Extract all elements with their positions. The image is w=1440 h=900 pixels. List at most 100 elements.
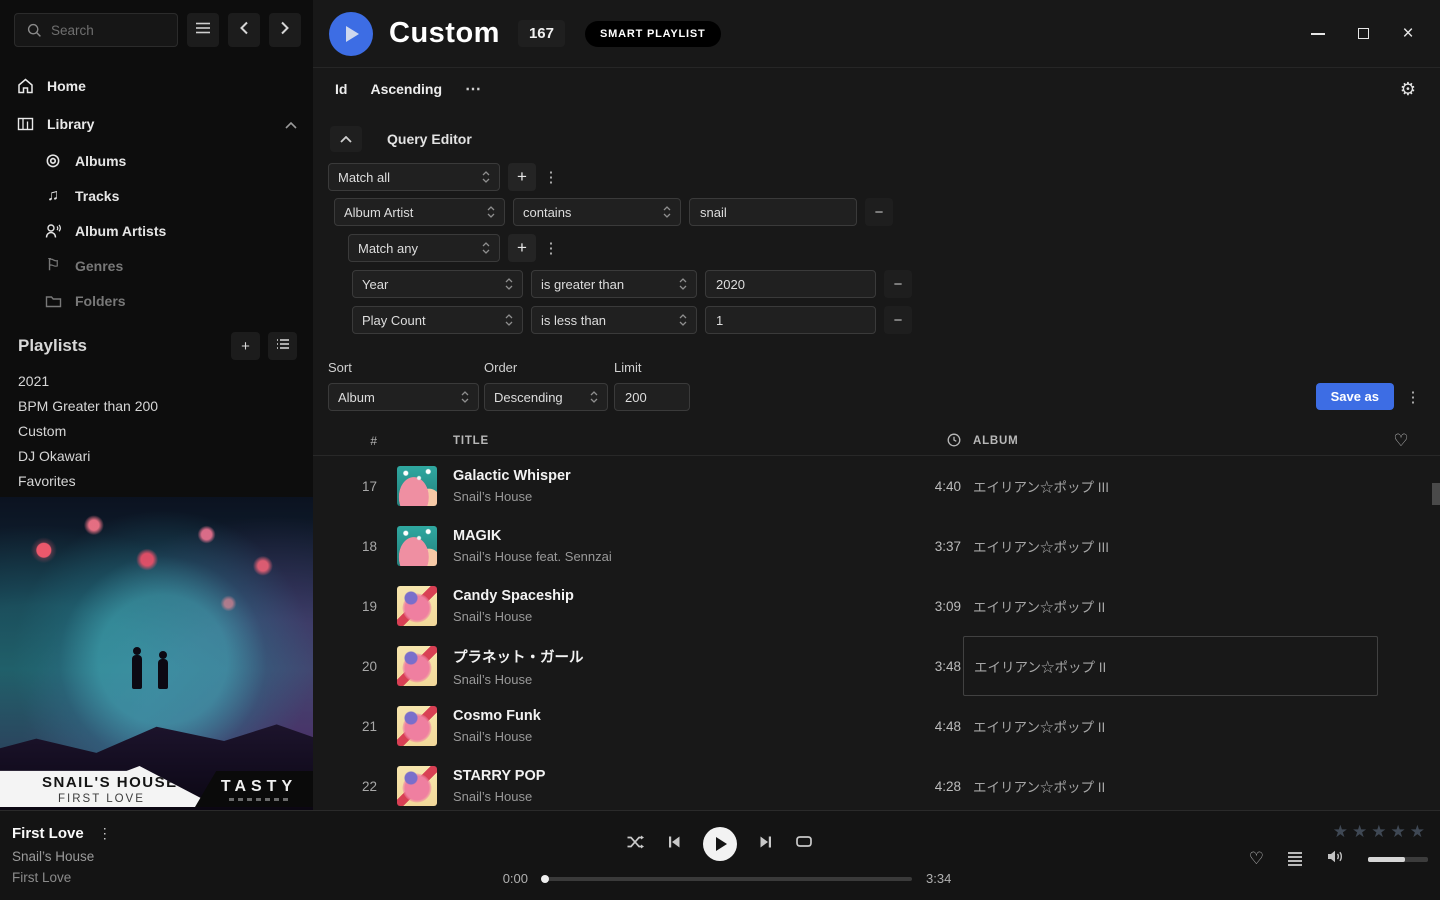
add-rule-button[interactable]: +	[508, 234, 536, 262]
play-playlist-button[interactable]	[329, 12, 373, 56]
sidebar-item-album-artists[interactable]: Album Artists	[0, 213, 313, 248]
track-title: Cosmo Funk	[453, 708, 903, 724]
rule-field-select[interactable]: Play Count	[352, 306, 523, 334]
scrollbar-thumb[interactable]	[1432, 483, 1440, 505]
column-number[interactable]: #	[329, 434, 377, 448]
track-meta: STARRY POP Snail’s House	[453, 768, 903, 804]
play-pause-button[interactable]	[703, 827, 737, 861]
sidebar-item-genres[interactable]: ⚐ Genres	[0, 248, 313, 283]
sidebar-item-label: Genres	[75, 258, 123, 274]
search-box[interactable]	[14, 13, 178, 47]
track-row[interactable]: 17 Galactic Whisper Snail’s House 4:40 エ…	[313, 456, 1440, 516]
add-playlist-button[interactable]: +	[231, 332, 260, 360]
rule-operator-select[interactable]: is less than	[531, 306, 697, 334]
rule-field-select[interactable]: Year	[352, 270, 523, 298]
now-playing-artist: Snail’s House	[12, 849, 112, 864]
star-icon[interactable]: ★	[1391, 822, 1406, 842]
minus-icon: −	[875, 204, 884, 221]
save-as-button[interactable]: Save as	[1316, 383, 1394, 410]
rule-value-input[interactable]: snail	[689, 198, 857, 226]
close-button[interactable]: ×	[1400, 26, 1416, 42]
ellipsis-icon[interactable]: ⋯	[465, 79, 482, 99]
collapse-button[interactable]	[330, 126, 362, 152]
track-number: 21	[329, 719, 377, 734]
seek-bar[interactable]	[542, 877, 912, 881]
volume-button[interactable]	[1326, 849, 1344, 869]
order-select[interactable]: Descending	[484, 383, 608, 411]
transport-controls	[626, 827, 813, 861]
column-album[interactable]: ALBUM	[963, 435, 1378, 447]
playlist-item[interactable]: BPM Greater than 200	[0, 393, 313, 418]
volume-fill	[1368, 857, 1405, 862]
playlist-item[interactable]: Favorites	[0, 468, 313, 493]
maximize-button[interactable]	[1355, 26, 1371, 42]
chevron-up-icon[interactable]	[285, 116, 297, 132]
rule-value-input[interactable]: 2020	[705, 270, 876, 298]
shuffle-button[interactable]	[626, 834, 645, 855]
remove-rule-button[interactable]: −	[865, 198, 893, 226]
track-row[interactable]: 21 Cosmo Funk Snail’s House 4:48 エイリアン☆ポ…	[313, 696, 1440, 756]
sidebar-item-folders[interactable]: Folders	[0, 283, 313, 318]
track-table-header: # TITLE ALBUM ♡	[313, 427, 1440, 456]
repeat-button[interactable]	[795, 834, 813, 854]
sidebar-item-albums[interactable]: ◎ Albums	[0, 143, 313, 178]
track-row[interactable]: 20 プラネット・ガール Snail’s House 3:48 エイリアン☆ポッ…	[313, 636, 1440, 696]
rating-stars[interactable]: ★★★★★	[1333, 822, 1425, 842]
playlist-menu-button[interactable]	[268, 332, 297, 360]
add-rule-button[interactable]: +	[508, 163, 536, 191]
star-icon[interactable]: ★	[1371, 822, 1386, 842]
group-options-button[interactable]: ⋮	[544, 234, 558, 262]
sidebar-item-tracks[interactable]: ♫ Tracks	[0, 178, 313, 213]
rule-value: snail	[700, 205, 727, 220]
remove-rule-button[interactable]: −	[884, 270, 912, 298]
previous-button[interactable]	[667, 835, 681, 854]
track-options-button[interactable]: ⋮	[98, 825, 112, 842]
limit-input[interactable]: 200	[614, 383, 690, 411]
playlist-item[interactable]: DJ Okawari	[0, 443, 313, 468]
track-meta: MAGIK Snail’s House feat. Sennzai	[453, 528, 903, 564]
playlist-item[interactable]: Custom	[0, 418, 313, 443]
limit-value: 200	[625, 390, 647, 405]
group-options-button[interactable]: ⋮	[544, 163, 558, 191]
sort-field[interactable]: Id	[335, 81, 347, 97]
volume-slider[interactable]	[1368, 857, 1428, 862]
remove-rule-button[interactable]: −	[884, 306, 912, 334]
save-options-button[interactable]: ⋮	[1403, 383, 1423, 410]
track-row[interactable]: 19 Candy Spaceship Snail’s House 3:09 エイ…	[313, 576, 1440, 636]
forward-button[interactable]	[269, 13, 301, 47]
search-input[interactable]	[51, 23, 167, 38]
star-icon[interactable]: ★	[1352, 822, 1367, 842]
sidebar-item-label: Albums	[75, 153, 126, 169]
rule-operator-select[interactable]: is greater than	[531, 270, 697, 298]
star-icon[interactable]: ★	[1410, 822, 1425, 842]
home-icon	[16, 78, 34, 94]
select-arrows-icon	[482, 170, 490, 184]
seek-handle[interactable]	[541, 875, 549, 883]
back-button[interactable]	[228, 13, 260, 47]
column-duration[interactable]	[903, 433, 963, 450]
next-button[interactable]	[759, 835, 773, 854]
settings-gear-icon[interactable]: ⚙	[1400, 79, 1416, 100]
track-album-focused-cell[interactable]: エイリアン☆ポップ II	[963, 636, 1378, 696]
star-icon[interactable]: ★	[1333, 822, 1348, 842]
column-favorite[interactable]: ♡	[1378, 431, 1424, 451]
smart-playlist-badge: SMART PLAYLIST	[585, 21, 721, 47]
sort-direction[interactable]: Ascending	[370, 81, 442, 97]
column-title[interactable]: TITLE	[453, 435, 903, 447]
rule-field-select[interactable]: Album Artist	[334, 198, 505, 226]
minimize-button[interactable]	[1310, 26, 1326, 42]
track-row[interactable]: 22 STARRY POP Snail’s House 4:28 エイリアン☆ポ…	[313, 756, 1440, 810]
match-select[interactable]: Match all	[328, 163, 500, 191]
playlist-item[interactable]: 2021	[0, 368, 313, 393]
match-select[interactable]: Match any	[348, 234, 500, 262]
rule-operator-select[interactable]: contains	[513, 198, 681, 226]
rule-value-input[interactable]: 1	[705, 306, 876, 334]
queue-button[interactable]	[1288, 852, 1302, 866]
favorite-button[interactable]: ♡	[1249, 849, 1264, 869]
select-arrows-icon	[505, 313, 513, 327]
sidebar-item-home[interactable]: Home	[0, 67, 313, 105]
sidebar-item-library[interactable]: Library	[0, 105, 313, 143]
sort-select[interactable]: Album	[328, 383, 479, 411]
menu-button[interactable]	[187, 13, 219, 47]
track-row[interactable]: 18 MAGIK Snail’s House feat. Sennzai 3:3…	[313, 516, 1440, 576]
